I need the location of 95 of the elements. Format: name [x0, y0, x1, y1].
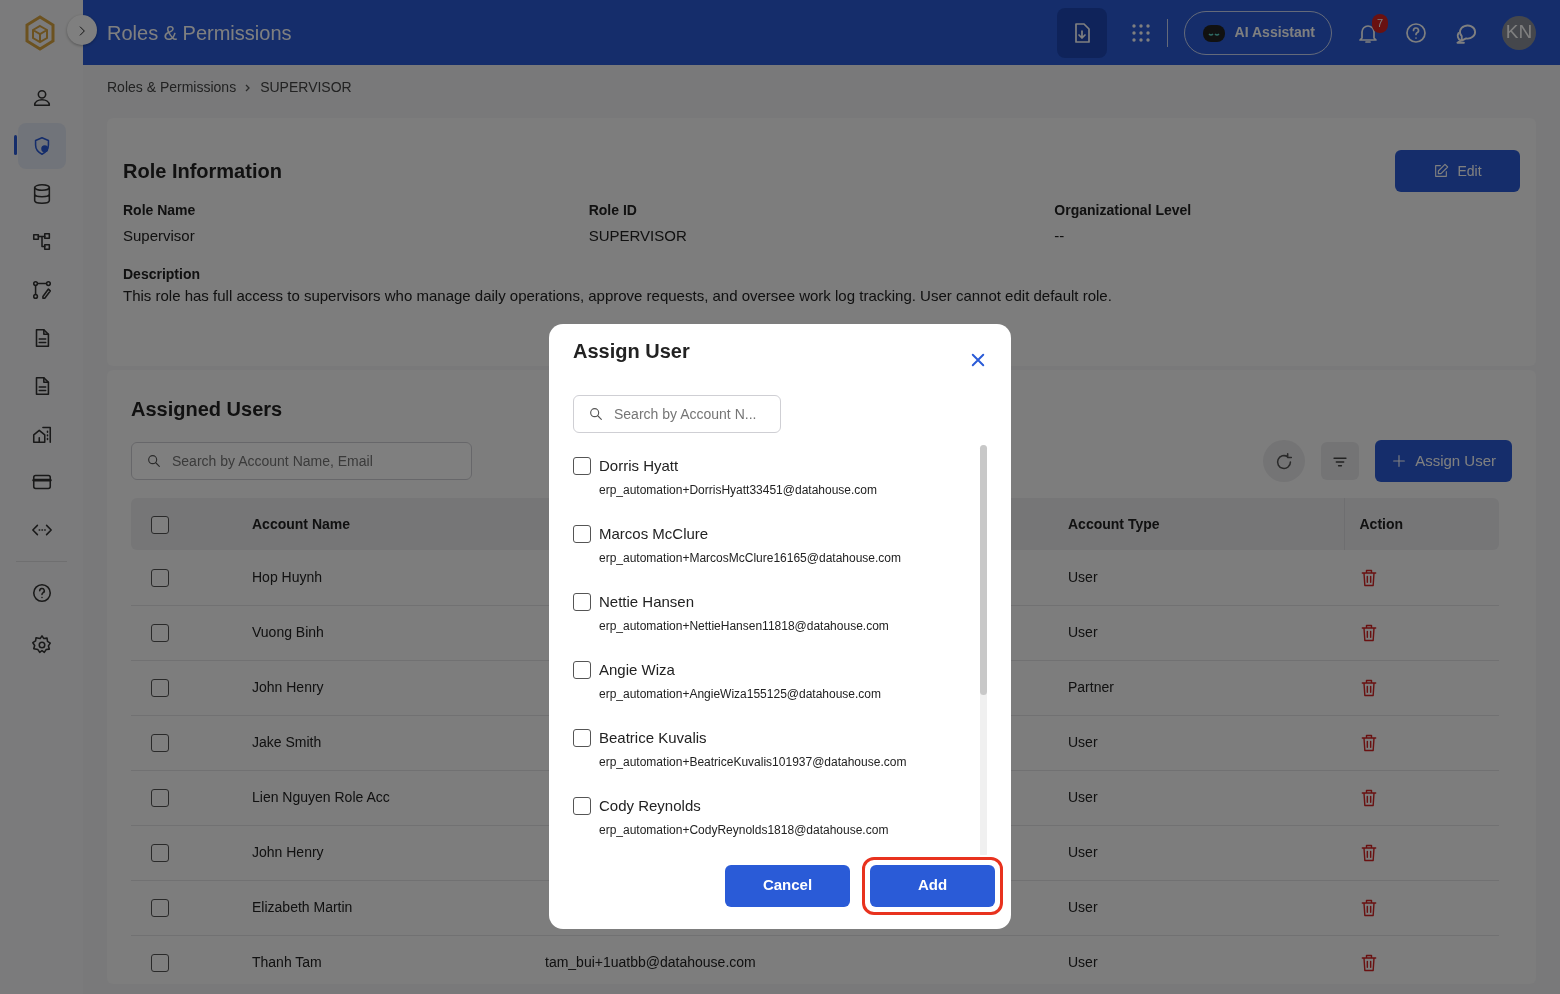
table-cell: Hop Huynh [252, 568, 323, 585]
table-cell: tam_bui+1uatbb@datahouse.com [545, 954, 756, 970]
table-cell: Jake Smith [252, 734, 322, 750]
scrollbar-thumb[interactable] [980, 444, 987, 695]
dialog-button[interactable]: Add [870, 864, 995, 907]
page-title: Roles & Permissions [107, 20, 292, 46]
checkbox[interactable] [573, 660, 591, 679]
apps-button[interactable] [1130, 21, 1151, 44]
trash-icon [1359, 567, 1379, 588]
checkbox[interactable] [573, 728, 591, 747]
field-label: Role Name [123, 201, 197, 220]
table-cell: Elizabeth Martin [252, 899, 353, 915]
user-name: Marcos McClure [599, 523, 710, 544]
assign-user-button[interactable]: Assign User [1375, 440, 1512, 482]
trash-icon [1359, 678, 1379, 699]
search-icon [146, 453, 162, 469]
trash-icon [1359, 898, 1379, 919]
checkbox[interactable] [573, 524, 591, 543]
field-value: Supervisor [123, 226, 196, 246]
user-email: erp_automation+MarcosMcClure16165@datahouse.com [599, 550, 901, 567]
table-cell: User [1068, 789, 1098, 805]
logo-icon [24, 14, 56, 51]
refresh-button[interactable] [1263, 440, 1306, 482]
checkbox[interactable] [151, 899, 169, 918]
user-name: Angie Wiza [599, 659, 676, 680]
settings-icon [30, 634, 53, 656]
help-button[interactable] [1404, 20, 1428, 45]
user-name: Nettie Hansen [599, 591, 696, 612]
field-value: SUPERVISOR [588, 226, 688, 246]
table-cell: User [1068, 954, 1098, 970]
help-icon [30, 582, 53, 604]
user-email: erp_automation+AngieWiza155125@datahouse.com [599, 686, 882, 703]
user-email: erp_automation+NettieHansen11818@datahouse.com [599, 618, 889, 635]
description-text: This role has full access to supervisors who manage daily operations, approve requests, and oversee work log tracking. User cannot edit default role. [123, 285, 1113, 306]
breadcrumb-item[interactable]: Roles & Permissions [107, 77, 237, 98]
trash-icon [1359, 733, 1379, 754]
search-field[interactable]: Search by Account N... [573, 394, 781, 433]
checkbox[interactable] [151, 789, 169, 808]
column-header: Action [1359, 515, 1404, 532]
plus-icon [1391, 453, 1408, 469]
field-label: Description [123, 264, 201, 284]
column-header: Account Type [1068, 515, 1160, 532]
checkbox[interactable] [151, 954, 169, 973]
edit-button[interactable]: Edit [1395, 150, 1520, 192]
user-email: erp_automation+CodyReynolds1818@datahouse.com [599, 822, 889, 839]
table-cell: Thanh Tam [252, 954, 322, 970]
user-name: Dorris Hyatt [599, 455, 680, 476]
edit-icon [1433, 163, 1450, 179]
table-cell: User [1068, 568, 1098, 585]
dialog-button[interactable]: Cancel [725, 864, 850, 907]
download-button[interactable] [1056, 7, 1107, 58]
table-cell: Partner [1068, 679, 1114, 695]
checkbox[interactable] [151, 734, 169, 753]
user-name: Cody Reynolds [599, 795, 702, 816]
table-cell: John Henry [252, 844, 324, 860]
table-cell: User [1068, 844, 1098, 860]
checkbox[interactable] [151, 624, 169, 643]
dialog-title: Assign User [573, 339, 690, 364]
checkbox[interactable] [573, 592, 591, 611]
checkbox[interactable] [151, 844, 169, 863]
help-icon [1404, 20, 1428, 45]
trash-icon [1359, 623, 1379, 644]
field-label: Organizational Level [1054, 201, 1193, 220]
checkbox[interactable] [151, 515, 169, 534]
apps-icon [1130, 23, 1151, 44]
checkbox[interactable] [151, 679, 169, 698]
notification-badge: 7 [1371, 14, 1388, 33]
table-cell: John Henry [252, 679, 324, 695]
breadcrumb-item: SUPERVISOR [260, 78, 352, 97]
table-cell: User [1068, 734, 1098, 750]
checkbox[interactable] [573, 456, 591, 475]
checkbox[interactable] [151, 569, 169, 588]
user-name: Beatrice Kuvalis [599, 727, 708, 748]
section-title: Role Information [123, 159, 282, 184]
user-email: erp_automation+DorrisHyatt33451@datahouse.com [599, 482, 877, 499]
filter-button[interactable] [1321, 442, 1360, 480]
flow-edit-icon [30, 279, 53, 301]
trash-icon [1359, 953, 1379, 974]
table-cell: Vuong Binh [252, 624, 324, 640]
sidebar-item[interactable] [17, 123, 66, 169]
search-field[interactable]: Search by Account Name, Email [131, 442, 472, 480]
table-cell: Lien Nguyen Role Acc [252, 789, 390, 805]
hierarchy-icon [30, 231, 53, 253]
trash-icon [1359, 788, 1379, 809]
user-email: erp_automation+BeatriceKuvalis101937@datahouse.com [599, 754, 907, 771]
field-label: Role ID [588, 201, 638, 220]
trash-icon [1359, 843, 1379, 864]
table-cell: User [1068, 899, 1098, 915]
table-cell: User [1068, 624, 1098, 640]
section-title: Assigned Users [131, 397, 283, 422]
expand-button[interactable] [67, 15, 97, 45]
checkbox[interactable] [573, 796, 591, 815]
search-icon [588, 405, 604, 422]
field-value: -- [1054, 226, 1066, 246]
column-header: Account Name [252, 515, 351, 532]
